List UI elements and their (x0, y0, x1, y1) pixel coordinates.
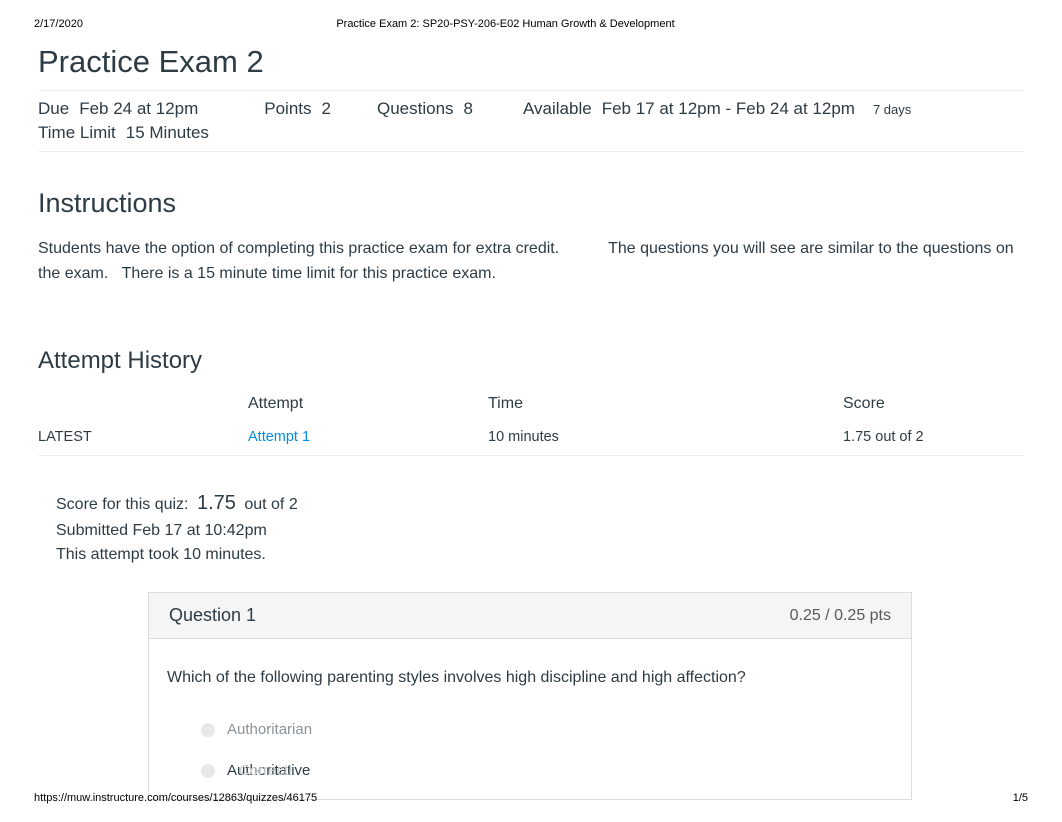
radio-icon (201, 723, 215, 737)
score-value: 1.75 (197, 492, 236, 514)
question-prompt: Which of the following parenting styles … (167, 669, 893, 687)
col-score: Score (843, 389, 1024, 419)
available-value: Feb 17 at 12pm - Feb 24 at 12pm (602, 99, 855, 119)
score-summary: Score for this quiz: 1.75 out of 2 Submi… (56, 488, 1062, 569)
page-title: Practice Exam 2 (38, 44, 1062, 80)
question-points: 0.25 / 0.25 pts (790, 607, 891, 625)
due-value: Feb 24 at 12pm (79, 99, 198, 119)
quiz-details: Due Feb 24 at 12pm Points 2 Questions 8 … (38, 90, 1024, 152)
score-suffix: out of 2 (244, 496, 297, 513)
col-time: Time (488, 389, 843, 419)
instructions-body: Students have the option of completing t… (38, 237, 1024, 287)
doc-title: Practice Exam 2: SP20-PSY-206-E02 Human … (336, 18, 674, 30)
answer-option: Correct! Authoritative (167, 750, 893, 791)
pdf-footer: https://muw.instructure.com/courses/1286… (34, 792, 1028, 804)
answer-text: Authoritarian (227, 721, 312, 738)
header-spacer (928, 18, 1028, 30)
questions-label: Questions (377, 99, 454, 119)
submitted-line: Submitted Feb 17 at 10:42pm (56, 519, 1062, 544)
questions-value: 8 (464, 99, 473, 119)
print-date: 2/17/2020 (34, 18, 83, 30)
table-row: LATEST Attempt 1 10 minutes 1.75 out of … (38, 419, 1024, 456)
answer-option: Authoritarian (167, 709, 893, 750)
due-label: Due (38, 99, 69, 119)
attempt-history-heading: Attempt History (38, 347, 1062, 375)
col-attempt: Attempt (248, 389, 488, 419)
time-limit-value: 15 Minutes (126, 123, 209, 143)
correct-indicator: Correct! (239, 762, 292, 779)
table-header-row: Attempt Time Score (38, 389, 1024, 419)
points-value: 2 (322, 99, 331, 119)
score-prefix: Score for this quiz: (56, 496, 189, 513)
page-number: 1/5 (1013, 792, 1028, 804)
question-body: Which of the following parenting styles … (149, 639, 911, 799)
pdf-header: 2/17/2020 Practice Exam 2: SP20-PSY-206-… (0, 0, 1062, 30)
points-label: Points (264, 99, 311, 119)
time-limit-label: Time Limit (38, 123, 116, 143)
question-label: Question 1 (169, 605, 256, 626)
radio-icon (201, 764, 215, 778)
took-line: This attempt took 10 minutes. (56, 543, 1062, 568)
attempt-score: 1.75 out of 2 (843, 419, 1024, 456)
question-header: Question 1 0.25 / 0.25 pts (149, 593, 911, 639)
instructions-heading: Instructions (38, 188, 1062, 219)
attempt-tag: LATEST (38, 419, 248, 456)
available-duration: 7 days (873, 102, 911, 117)
attempt-link[interactable]: Attempt 1 (248, 429, 310, 445)
available-label: Available (523, 99, 592, 119)
footer-url: https://muw.instructure.com/courses/1286… (34, 792, 317, 804)
attempt-time: 10 minutes (488, 419, 843, 456)
attempt-history-table: Attempt Time Score LATEST Attempt 1 10 m… (38, 389, 1024, 456)
question-block: Question 1 0.25 / 0.25 pts Which of the … (148, 592, 912, 800)
